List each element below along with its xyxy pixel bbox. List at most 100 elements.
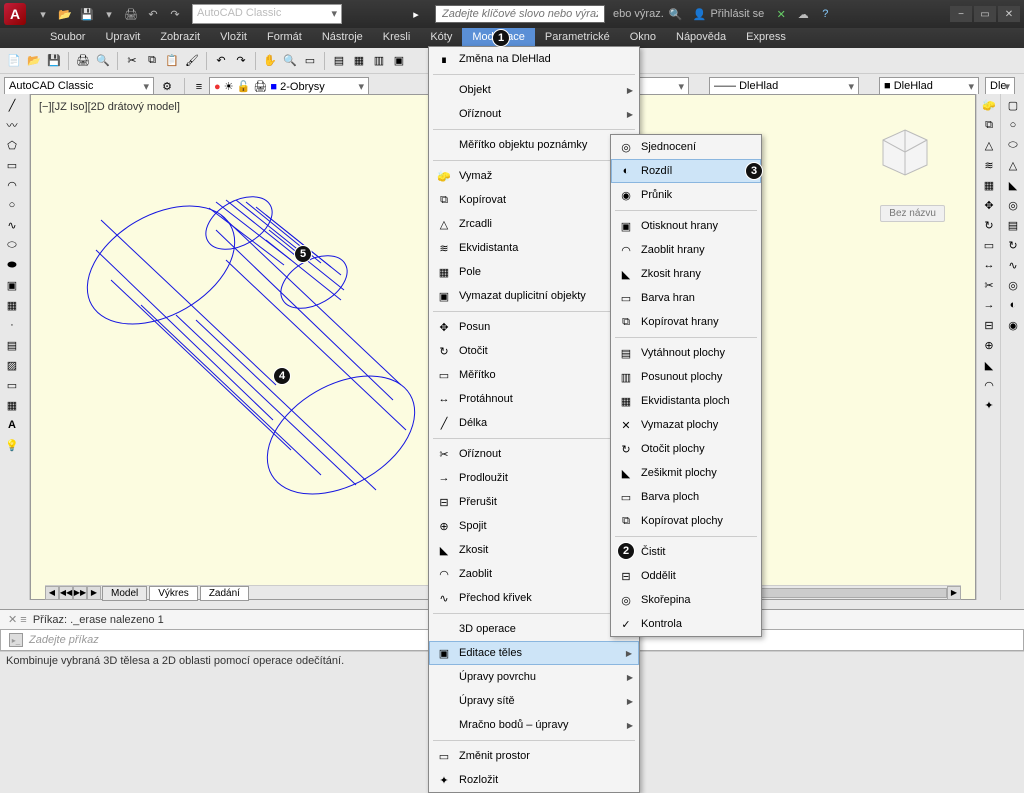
menu-vložit[interactable]: Vložit <box>210 28 257 48</box>
sol-sweep-icon[interactable]: ∿ <box>1003 256 1023 274</box>
menu-item-skořepina[interactable]: ◎Skořepina <box>611 588 761 612</box>
sol-union-icon[interactable]: ◎ <box>1003 276 1023 294</box>
tb-palette-icon[interactable]: ▥ <box>370 52 388 70</box>
app-icon[interactable]: A <box>4 3 26 25</box>
tb-copy-icon[interactable]: ⧉ <box>143 52 161 70</box>
table-icon[interactable]: ▦ <box>2 396 22 414</box>
tb-cut-icon[interactable]: ✂ <box>123 52 141 70</box>
scroll-right[interactable]: ▶ <box>947 586 961 600</box>
menu-item-zešikmit-plochy[interactable]: ◣Zešikmit plochy <box>611 461 761 485</box>
menu-item-úpravy-sítě[interactable]: Úpravy sítě▶ <box>429 689 639 713</box>
tab-first[interactable]: ◀◀ <box>59 586 73 600</box>
menu-item-kontrola[interactable]: ✓Kontrola <box>611 612 761 636</box>
tb-match-icon[interactable]: 🖌 <box>183 52 201 70</box>
circle-icon[interactable]: ○ <box>2 196 22 214</box>
menu-item-otočit-plochy[interactable]: ↻Otočit plochy <box>611 437 761 461</box>
mod-offset-icon[interactable]: ≋ <box>979 156 999 174</box>
line-icon[interactable]: ╱ <box>2 96 22 114</box>
tab-next[interactable]: ▶ <box>87 586 101 600</box>
block-icon[interactable]: ▣ <box>2 276 22 294</box>
menu-item-posun[interactable]: ✥Posun <box>429 315 639 339</box>
tb-paste-icon[interactable]: 📋 <box>163 52 181 70</box>
user-button[interactable]: 👤 Přihlásit se <box>687 6 771 23</box>
sol-sphere-icon[interactable]: ○ <box>1003 116 1023 134</box>
tb-preview-icon[interactable]: 🔍 <box>94 52 112 70</box>
cloud-icon[interactable]: ☁ <box>795 6 811 22</box>
menu-formát[interactable]: Formát <box>257 28 312 48</box>
menu-item-oříznout[interactable]: ✂Oříznout <box>429 442 639 466</box>
menu-item-otisknout-hrany[interactable]: ▣Otisknout hrany <box>611 214 761 238</box>
light-icon[interactable]: 💡 <box>2 436 22 454</box>
menu-item-délka[interactable]: ╱Délka <box>429 411 639 435</box>
mod-scale-icon[interactable]: ▭ <box>979 236 999 254</box>
menu-item-měřítko-objektu-poznámky[interactable]: Měřítko objektu poznámky▶ <box>429 133 639 157</box>
sol-revolve-icon[interactable]: ↻ <box>1003 236 1023 254</box>
menu-item-protáhnout[interactable]: ↔Protáhnout <box>429 387 639 411</box>
menu-item-změnit-prostor[interactable]: ▭Změnit prostor <box>429 744 639 768</box>
qat-redo-icon[interactable]: ↷ <box>167 6 183 22</box>
tb-properties-icon[interactable]: ▤ <box>330 52 348 70</box>
gradient-icon[interactable]: ▨ <box>2 356 22 374</box>
menu-item-změna-na-dlehlad[interactable]: ∎Změna na DleHlad <box>429 47 639 71</box>
mod-trim-icon[interactable]: ✂ <box>979 276 999 294</box>
menu-item-průnik[interactable]: ◉Průnik <box>611 183 761 207</box>
tb-layer-icon[interactable]: ≡ <box>190 78 208 96</box>
spline-icon[interactable]: ∿ <box>2 216 22 234</box>
menu-item-vytáhnout-plochy[interactable]: ▤Vytáhnout plochy <box>611 341 761 365</box>
mod-break-icon[interactable]: ⊟ <box>979 316 999 334</box>
sol-cone-icon[interactable]: △ <box>1003 156 1023 174</box>
window-minimize[interactable]: − <box>950 6 972 22</box>
mod-extend-icon[interactable]: → <box>979 296 999 314</box>
tab-model[interactable]: Model <box>102 586 147 601</box>
mod-mirror-icon[interactable]: △ <box>979 136 999 154</box>
search-input[interactable] <box>435 5 605 23</box>
tb-zoomw-icon[interactable]: ▭ <box>301 52 319 70</box>
ellipse2-icon[interactable]: ⬬ <box>2 256 22 274</box>
hatch-icon[interactable]: ▤ <box>2 336 22 354</box>
mod-join-icon[interactable]: ⊕ <box>979 336 999 354</box>
tab-výkres[interactable]: Výkres <box>149 586 198 601</box>
menu-kresli[interactable]: Kresli <box>373 28 421 48</box>
qat-play-icon[interactable]: ▸ <box>408 6 424 22</box>
menu-kóty[interactable]: Kóty <box>420 28 462 48</box>
tb-undo-icon[interactable]: ↶ <box>212 52 230 70</box>
region-icon[interactable]: ▭ <box>2 376 22 394</box>
exchange-icon[interactable]: ✕ <box>773 6 789 22</box>
qat-undo-icon[interactable]: ↶ <box>145 6 161 22</box>
menu-item-rozložit[interactable]: ✦Rozložit <box>429 768 639 792</box>
tb-pan-icon[interactable]: ✋ <box>261 52 279 70</box>
menu-item-rozdíl[interactable]: ◐Rozdíl <box>611 159 761 183</box>
menu-item-mračno-bodů-–-úpravy[interactable]: Mračno bodů – úpravy▶ <box>429 713 639 737</box>
search-go-icon[interactable]: 🔍 <box>668 6 684 22</box>
menu-item-zkosit[interactable]: ◣Zkosit <box>429 538 639 562</box>
tab-prev[interactable]: ◀ <box>45 586 59 600</box>
mod-erase-icon[interactable]: 🧽 <box>979 96 999 114</box>
rect-icon[interactable]: ▭ <box>2 156 22 174</box>
qat-print-icon[interactable]: 🖨 <box>123 6 139 22</box>
insert-icon[interactable]: ▦ <box>2 296 22 314</box>
tb-new-icon[interactable]: 📄 <box>5 52 23 70</box>
menu-express[interactable]: Express <box>736 28 796 48</box>
menu-item-ekvidistanta[interactable]: ≋Ekvidistanta <box>429 236 639 260</box>
menu-nástroje[interactable]: Nástroje <box>312 28 373 48</box>
point-icon[interactable]: · <box>2 316 22 334</box>
menu-item-3d-operace[interactable]: 3D operace▶ <box>429 617 639 641</box>
qat-open-icon[interactable]: 📂 <box>57 6 73 22</box>
sol-extrude-icon[interactable]: ▤ <box>1003 216 1023 234</box>
sol-intersect-icon[interactable]: ◉ <box>1003 316 1023 334</box>
sol-box-icon[interactable]: ▢ <box>1003 96 1023 114</box>
mod-stretch-icon[interactable]: ↔ <box>979 256 999 274</box>
menu-item-zaoblit-hrany[interactable]: ◠Zaoblit hrany <box>611 238 761 262</box>
menu-okno[interactable]: Okno <box>620 28 666 48</box>
tb-gear-icon[interactable]: ⚙ <box>158 78 176 96</box>
mod-chamfer-icon[interactable]: ◣ <box>979 356 999 374</box>
menu-nápověda[interactable]: Nápověda <box>666 28 736 48</box>
menu-item-objekt[interactable]: Objekt▶ <box>429 78 639 102</box>
menu-upravit[interactable]: Upravit <box>95 28 150 48</box>
menu-item-ekvidistanta-ploch[interactable]: ▦Ekvidistanta ploch <box>611 389 761 413</box>
window-restore[interactable]: ▭ <box>974 6 996 22</box>
menu-zobrazit[interactable]: Zobrazit <box>150 28 210 48</box>
tb-redo-icon[interactable]: ↷ <box>232 52 250 70</box>
ellipse-icon[interactable]: ⬭ <box>2 236 22 254</box>
menu-item-kopírovat-plochy[interactable]: ⧉Kopírovat plochy <box>611 509 761 533</box>
